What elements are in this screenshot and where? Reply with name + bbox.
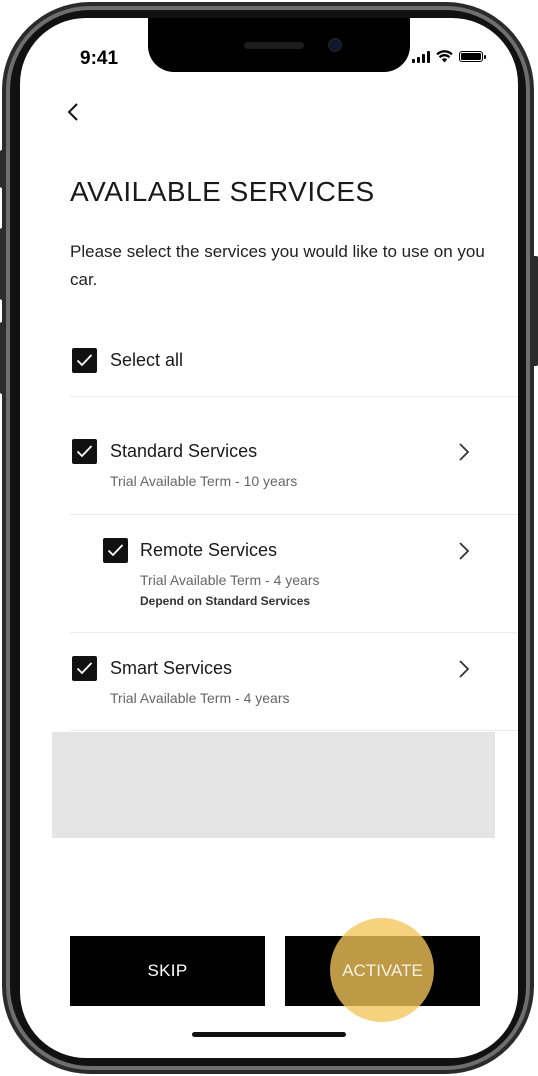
divider — [70, 632, 518, 633]
front-camera — [328, 38, 342, 52]
service-name: Remote Services — [140, 540, 278, 560]
service-dependency: Depend on Standard Services — [140, 594, 311, 608]
volume-down-button — [0, 322, 6, 394]
chevron-right-icon[interactable] — [458, 442, 470, 466]
skip-button[interactable]: SKIP — [70, 936, 265, 1006]
divider — [70, 730, 518, 731]
power-button — [532, 256, 538, 366]
chevron-left-icon — [67, 103, 78, 121]
service-name: Standard Services — [110, 441, 258, 461]
status-icons — [412, 50, 486, 63]
home-indicator[interactable] — [192, 1032, 346, 1037]
smart-services-checkbox[interactable] — [72, 656, 97, 681]
divider — [70, 514, 518, 515]
page-title: AVAILABLE SERVICES — [70, 176, 375, 207]
service-term: Trial Available Term - 4 years — [110, 690, 290, 706]
service-term: Trial Available Term - 4 years — [140, 572, 320, 588]
speaker-grille — [244, 42, 304, 49]
divider — [70, 396, 518, 397]
back-button[interactable] — [66, 100, 80, 128]
notch — [148, 18, 410, 72]
content-placeholder — [52, 732, 495, 838]
select-all-label: Select all — [110, 350, 184, 370]
chevron-right-icon[interactable] — [458, 541, 470, 565]
chevron-right-icon[interactable] — [458, 659, 470, 683]
select-all-checkbox[interactable] — [72, 348, 97, 373]
checkmark-icon — [76, 445, 93, 458]
screen: 9:41 AVAILABLE SERVICES Please select th… — [20, 18, 518, 1058]
volume-up-button — [0, 228, 6, 300]
remote-services-checkbox[interactable] — [103, 538, 128, 563]
battery-icon — [459, 51, 486, 62]
standard-services-checkbox[interactable] — [72, 439, 97, 464]
service-name: Smart Services — [110, 658, 233, 678]
checkmark-icon — [76, 662, 93, 675]
checkmark-icon — [76, 354, 93, 367]
signal-icon — [412, 50, 430, 63]
wifi-icon — [436, 50, 453, 63]
checkmark-icon — [107, 544, 124, 557]
service-term: Trial Available Term - 10 years — [110, 473, 298, 489]
status-time: 9:41 — [80, 48, 119, 69]
mute-switch — [0, 150, 6, 188]
page-description: Please select the services you would lik… — [70, 242, 485, 289]
activate-button-label[interactable]: ACTIVATE — [285, 936, 480, 1006]
